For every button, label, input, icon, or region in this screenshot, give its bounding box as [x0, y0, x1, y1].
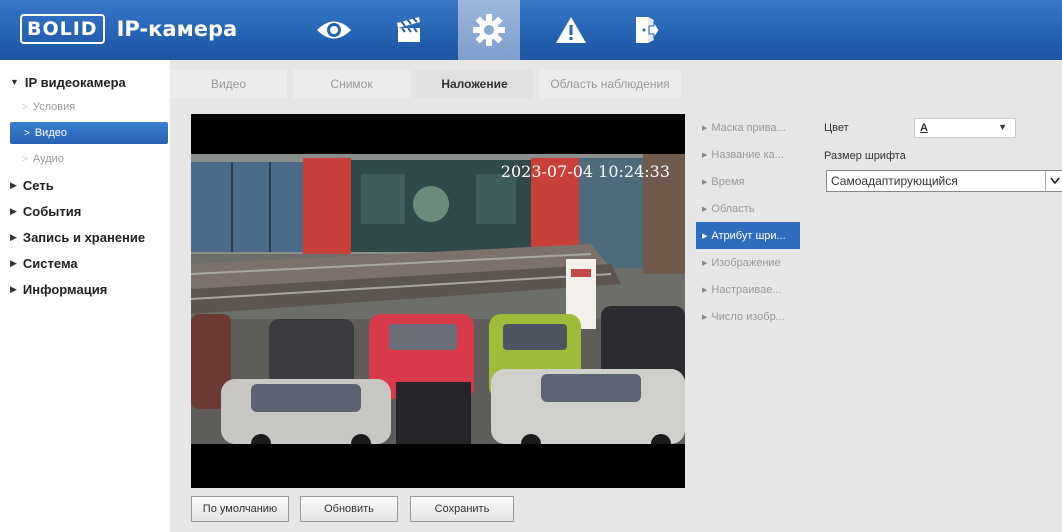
- menu-item-custom[interactable]: ▶ Настраивае...: [696, 276, 800, 303]
- sidebar-item-conditions[interactable]: > Условия: [22, 96, 75, 118]
- default-button[interactable]: По умолчанию: [191, 496, 289, 522]
- collapsed-triangle-icon: ▶: [10, 179, 17, 190]
- logo-brand: BOLID: [20, 14, 105, 44]
- main-panel: Видео Снимок Наложение Область наблюдени…: [170, 60, 1062, 532]
- clapperboard-icon: [397, 17, 420, 42]
- color-select[interactable]: A ▼: [914, 118, 1016, 138]
- top-header: BOLID IP-камера: [0, 0, 1062, 60]
- nav-logout[interactable]: [616, 0, 678, 60]
- app-title: IP-камера: [116, 17, 238, 41]
- nav-playback[interactable]: [378, 0, 440, 60]
- font-size-select[interactable]: Самоадаптирующийся: [826, 170, 1062, 192]
- menu-item-region[interactable]: ▶ Область: [696, 195, 800, 222]
- sidebar-item-label: Информация: [22, 281, 108, 297]
- refresh-button[interactable]: Обновить: [300, 496, 398, 522]
- sidebar-item-label: Видео: [34, 127, 67, 139]
- tab-video[interactable]: Видео: [170, 70, 287, 98]
- sidebar: ▼ IP видеокамера > Условия > Видео > Ауд…: [0, 60, 170, 532]
- logo: BOLID IP-камера: [20, 14, 237, 44]
- menu-item-label: Область: [711, 202, 755, 215]
- overlay-menu: ▶ Маска прива... ▶ Название ка... ▶ Врем…: [696, 114, 800, 330]
- bullet-icon: ▶: [702, 232, 708, 240]
- sidebar-item-label: Запись и хранение: [22, 229, 146, 245]
- nav-live-view[interactable]: [303, 0, 365, 60]
- menu-item-image-count[interactable]: ▶ Число изобр...: [696, 303, 800, 330]
- tab-bar: Видео Снимок Наложение Область наблюдени…: [170, 70, 687, 98]
- menu-item-label: Маска прива...: [711, 121, 786, 134]
- chevron-right-icon: >: [22, 101, 28, 113]
- gear-icon: [473, 14, 505, 46]
- nav-settings[interactable]: [458, 0, 520, 60]
- bullet-icon: ▶: [702, 178, 708, 186]
- menu-item-label: Время: [711, 175, 745, 188]
- font-size-value: Самоадаптирующийся: [831, 174, 958, 188]
- sidebar-item-label: Условия: [32, 101, 76, 113]
- menu-item-image[interactable]: ▶ Изображение: [696, 249, 800, 276]
- bullet-icon: ▶: [702, 259, 708, 267]
- sidebar-item-video[interactable]: > Видео: [10, 122, 168, 144]
- sidebar-item-events[interactable]: ▶ События: [10, 200, 81, 222]
- sidebar-item-label: Система: [22, 255, 78, 271]
- sidebar-item-label: Сеть: [22, 177, 54, 193]
- menu-item-label: Атрибут шри...: [711, 229, 786, 242]
- menu-item-channel-name[interactable]: ▶ Название ка...: [696, 141, 800, 168]
- font-size-label: Размер шрифта: [824, 150, 906, 162]
- tab-snapshot[interactable]: Снимок: [293, 70, 410, 98]
- video-preview[interactable]: 2023-07-04 10:24:33: [191, 114, 685, 488]
- bullet-icon: ▶: [702, 151, 708, 159]
- chevron-down-icon: [1045, 171, 1062, 191]
- menu-item-time[interactable]: ▶ Время: [696, 168, 800, 195]
- nav-alarm[interactable]: [540, 0, 602, 60]
- sidebar-item-network[interactable]: ▶ Сеть: [10, 174, 54, 196]
- video-timestamp: 2023-07-04 10:24:33: [500, 162, 670, 181]
- color-label: Цвет: [824, 122, 849, 134]
- sidebar-item-recording[interactable]: ▶ Запись и хранение: [10, 226, 145, 248]
- color-value: A: [920, 122, 928, 134]
- exit-icon: [636, 17, 660, 43]
- collapsed-triangle-icon: ▶: [10, 257, 17, 268]
- sidebar-item-ip-camera[interactable]: ▼ IP видеокамера: [10, 71, 126, 93]
- bullet-icon: ▶: [702, 313, 708, 321]
- expanded-triangle-icon: ▼: [10, 77, 19, 87]
- eye-icon: [317, 21, 351, 39]
- tab-overlay[interactable]: Наложение: [416, 70, 533, 98]
- collapsed-triangle-icon: ▶: [10, 205, 17, 216]
- sidebar-item-audio[interactable]: > Аудио: [22, 148, 64, 170]
- collapsed-triangle-icon: ▶: [10, 283, 17, 294]
- sidebar-item-label: События: [22, 203, 82, 219]
- save-button[interactable]: Сохранить: [410, 496, 514, 522]
- bullet-icon: ▶: [702, 205, 708, 213]
- collapsed-triangle-icon: ▶: [10, 231, 17, 242]
- sidebar-item-info[interactable]: ▶ Информация: [10, 278, 107, 300]
- bullet-icon: ▶: [702, 286, 708, 294]
- menu-item-label: Число изобр...: [711, 310, 785, 323]
- chevron-right-icon: >: [24, 127, 30, 139]
- warning-icon: [556, 17, 586, 43]
- chevron-right-icon: >: [22, 153, 28, 165]
- sidebar-item-label: Аудио: [32, 153, 64, 165]
- menu-item-privacy-mask[interactable]: ▶ Маска прива...: [696, 114, 800, 141]
- dropdown-caret-icon: ▼: [998, 122, 1007, 132]
- menu-item-font-attribute[interactable]: ▶ Атрибут шри...: [696, 222, 800, 249]
- menu-item-label: Изображение: [711, 256, 781, 269]
- tab-roi[interactable]: Область наблюдения: [539, 70, 681, 98]
- menu-item-label: Настраивае...: [711, 283, 782, 296]
- sidebar-item-label: IP видеокамера: [24, 74, 126, 90]
- sidebar-item-system[interactable]: ▶ Система: [10, 252, 78, 274]
- bullet-icon: ▶: [702, 124, 708, 132]
- menu-item-label: Название ка...: [711, 148, 784, 161]
